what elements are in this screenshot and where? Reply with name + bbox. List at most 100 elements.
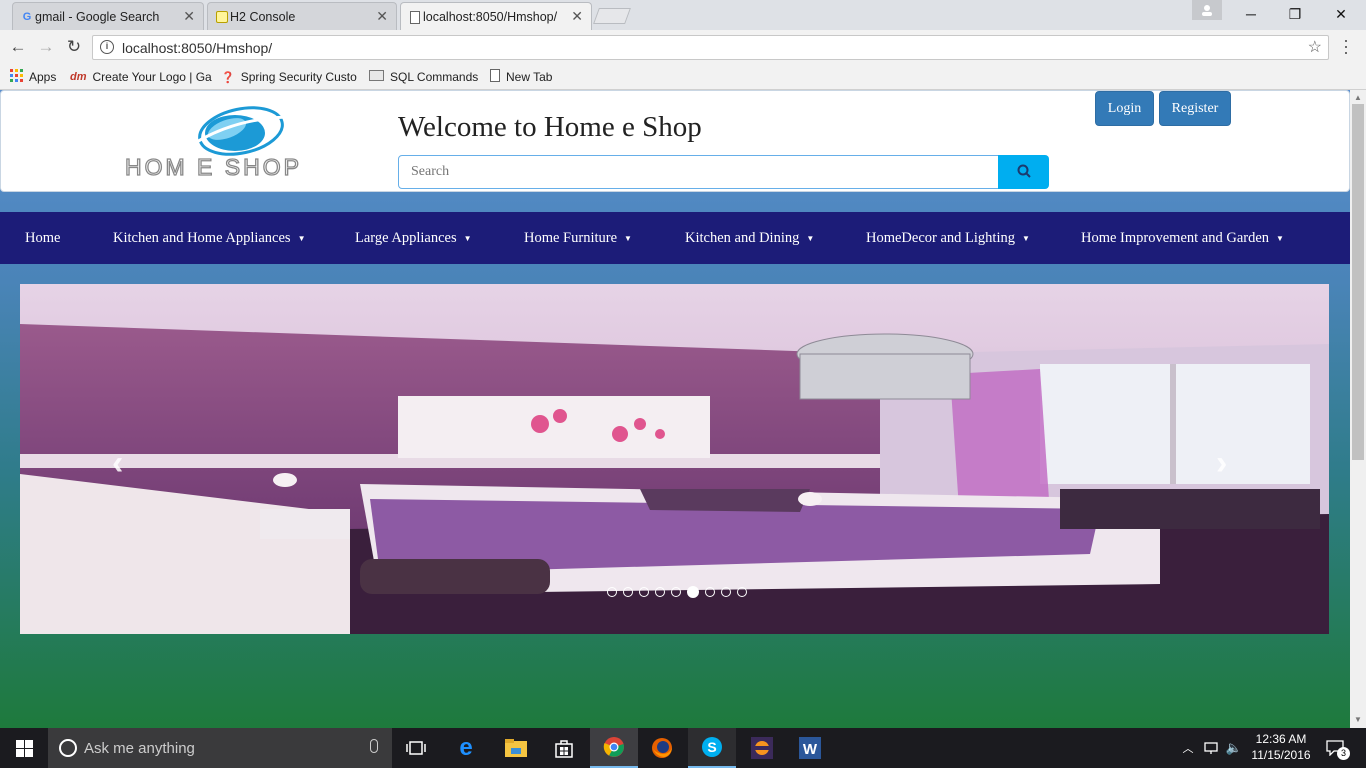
hero-carousel[interactable]: ‹ › bbox=[20, 284, 1329, 634]
window-close-icon[interactable]: ✕ bbox=[1318, 0, 1364, 28]
main-navbar: Home Kitchen and Home Appliances ▼ Large … bbox=[0, 212, 1350, 264]
chrome-taskbar-icon[interactable] bbox=[590, 728, 638, 768]
apps-grid-icon bbox=[10, 69, 23, 85]
svg-text:W: W bbox=[803, 741, 818, 758]
svg-text:HOM E SHOP: HOM E SHOP bbox=[125, 154, 302, 180]
carousel-indicator-dot[interactable] bbox=[737, 587, 747, 597]
user-profile-icon[interactable] bbox=[1192, 0, 1222, 20]
info-icon[interactable]: i bbox=[100, 40, 114, 54]
nav-label: Home Improvement and Garden bbox=[1081, 229, 1270, 246]
nav-home[interactable]: Home bbox=[25, 212, 60, 264]
windows-start-icon[interactable] bbox=[0, 728, 48, 768]
tab-title: H2 Console bbox=[230, 9, 296, 24]
chevron-up-icon[interactable]: ︿ bbox=[1178, 728, 1198, 768]
web-page: HOM E SHOP Welcome to Home e Shop Login … bbox=[0, 90, 1350, 728]
close-icon[interactable]: ✕ bbox=[571, 8, 583, 25]
skype-icon[interactable]: S bbox=[688, 728, 736, 768]
nav-home-furniture[interactable]: Home Furniture ▼ bbox=[524, 212, 632, 264]
browser-tab-strip: G gmail - Google Search ✕ H2 Console ✕ l… bbox=[0, 0, 1366, 30]
site-logo[interactable]: HOM E SHOP bbox=[123, 103, 363, 181]
welcome-heading: Welcome to Home e Shop bbox=[398, 111, 702, 143]
nav-label: Kitchen and Home Appliances bbox=[113, 229, 291, 246]
edge-icon[interactable]: e bbox=[446, 728, 486, 768]
site-search-input[interactable] bbox=[398, 155, 999, 189]
new-tab-button[interactable] bbox=[593, 8, 631, 24]
bookmark-sql-commands[interactable]: SQL Commands bbox=[369, 67, 478, 87]
minimize-icon[interactable]: ─ bbox=[1228, 0, 1274, 28]
cortana-icon bbox=[59, 739, 77, 757]
bedroom-slide-image bbox=[20, 284, 1329, 634]
windows-taskbar: Ask me anything e S W ︿ 🔈 12:36 AM 11/15… bbox=[0, 728, 1366, 768]
caret-down-icon: ▼ bbox=[463, 233, 472, 243]
bookmark-spring-security[interactable]: ❓ Spring Security Custo bbox=[221, 67, 357, 87]
carousel-indicator-dot[interactable] bbox=[655, 587, 665, 597]
register-button[interactable]: Register bbox=[1159, 91, 1231, 126]
restore-icon[interactable]: ❐ bbox=[1272, 0, 1318, 28]
clock-date: 11/15/2016 bbox=[1251, 748, 1311, 762]
carousel-indicator-dot[interactable] bbox=[705, 587, 715, 597]
url-text[interactable]: localhost:8050/Hmshop/ bbox=[122, 40, 272, 56]
nav-label: HomeDecor and Lighting bbox=[866, 229, 1015, 246]
nav-large-appliances[interactable]: Large Appliances ▼ bbox=[355, 212, 472, 264]
sql-page-icon bbox=[369, 70, 384, 84]
cortana-search-box[interactable]: Ask me anything bbox=[48, 728, 392, 768]
tab-title: gmail - Google Search bbox=[35, 9, 160, 24]
bookmark-create-logo[interactable]: dm Create Your Logo | Ga bbox=[70, 67, 212, 87]
dm-logo-icon: dm bbox=[70, 71, 87, 83]
svg-text:S: S bbox=[707, 739, 716, 755]
nav-homedecor-lighting[interactable]: HomeDecor and Lighting ▼ bbox=[866, 212, 1030, 264]
caret-down-icon: ▼ bbox=[806, 233, 815, 243]
network-icon[interactable] bbox=[1202, 728, 1222, 768]
file-explorer-icon[interactable] bbox=[494, 728, 538, 768]
scroll-down-icon[interactable]: ▼ bbox=[1354, 715, 1362, 724]
close-icon[interactable]: ✕ bbox=[376, 8, 388, 25]
cortana-placeholder: Ask me anything bbox=[84, 740, 195, 757]
tab-title: localhost:8050/Hmshop/ bbox=[423, 9, 558, 24]
carousel-indicator-dot[interactable] bbox=[623, 587, 633, 597]
nav-label: Large Appliances bbox=[355, 229, 457, 246]
firefox-icon[interactable] bbox=[640, 728, 684, 768]
system-clock[interactable]: 12:36 AM 11/15/2016 bbox=[1248, 731, 1314, 763]
word-icon[interactable]: W bbox=[788, 728, 832, 768]
menu-kebab-icon[interactable]: · · · bbox=[1343, 31, 1349, 61]
reload-icon[interactable]: ↻ bbox=[63, 37, 85, 57]
nav-label: Kitchen and Dining bbox=[685, 229, 800, 246]
carousel-indicator-dot[interactable] bbox=[671, 587, 681, 597]
carousel-next-icon[interactable]: › bbox=[1216, 444, 1227, 483]
address-bar[interactable]: i localhost:8050/Hmshop/ ☆ bbox=[92, 35, 1329, 60]
forward-icon[interactable]: → bbox=[35, 37, 57, 57]
notification-badge: 3 bbox=[1337, 747, 1350, 760]
back-icon[interactable]: ← bbox=[7, 37, 29, 57]
bookmark-star-icon[interactable]: ☆ bbox=[1308, 37, 1322, 57]
caret-down-icon: ▼ bbox=[1022, 233, 1030, 243]
carousel-indicator-dot[interactable] bbox=[721, 587, 731, 597]
carousel-indicator-dot[interactable] bbox=[687, 586, 699, 598]
eclipse-ide-icon[interactable] bbox=[740, 728, 784, 768]
task-view-icon[interactable] bbox=[396, 728, 436, 768]
nav-home-improvement-garden[interactable]: Home Improvement and Garden ▼ bbox=[1081, 212, 1284, 264]
login-button[interactable]: Login bbox=[1095, 91, 1154, 126]
carousel-indicator-dot[interactable] bbox=[607, 587, 617, 597]
nav-label: Home Furniture bbox=[524, 229, 618, 246]
nav-kitchen-home-appliances[interactable]: Kitchen and Home Appliances ▼ bbox=[113, 212, 306, 264]
site-search-button[interactable] bbox=[998, 155, 1049, 189]
bookmark-apps[interactable]: Apps bbox=[10, 67, 56, 87]
bookmark-new-tab[interactable]: New Tab bbox=[490, 67, 552, 87]
carousel-prev-icon[interactable]: ‹ bbox=[112, 444, 123, 483]
google-icon: G bbox=[22, 11, 32, 23]
tab-google-search[interactable]: G gmail - Google Search ✕ bbox=[12, 2, 204, 30]
scroll-up-icon[interactable]: ▲ bbox=[1354, 93, 1362, 102]
close-icon[interactable]: ✕ bbox=[183, 8, 195, 25]
carousel-indicator-dot[interactable] bbox=[639, 587, 649, 597]
action-center-icon[interactable]: 3 bbox=[1320, 728, 1350, 768]
h2-icon bbox=[215, 10, 229, 24]
scrollbar-thumb[interactable] bbox=[1352, 104, 1364, 460]
nav-kitchen-dining[interactable]: Kitchen and Dining ▼ bbox=[685, 212, 814, 264]
page-scrollbar[interactable]: ▲ ▼ bbox=[1350, 90, 1366, 728]
tab-h2-console[interactable]: H2 Console ✕ bbox=[207, 2, 397, 30]
spring-icon: ❓ bbox=[221, 71, 235, 84]
volume-icon[interactable]: 🔈 bbox=[1224, 728, 1244, 768]
microphone-icon[interactable] bbox=[370, 739, 378, 753]
tab-hmshop[interactable]: localhost:8050/Hmshop/ ✕ bbox=[400, 2, 592, 30]
store-icon[interactable] bbox=[542, 728, 586, 768]
